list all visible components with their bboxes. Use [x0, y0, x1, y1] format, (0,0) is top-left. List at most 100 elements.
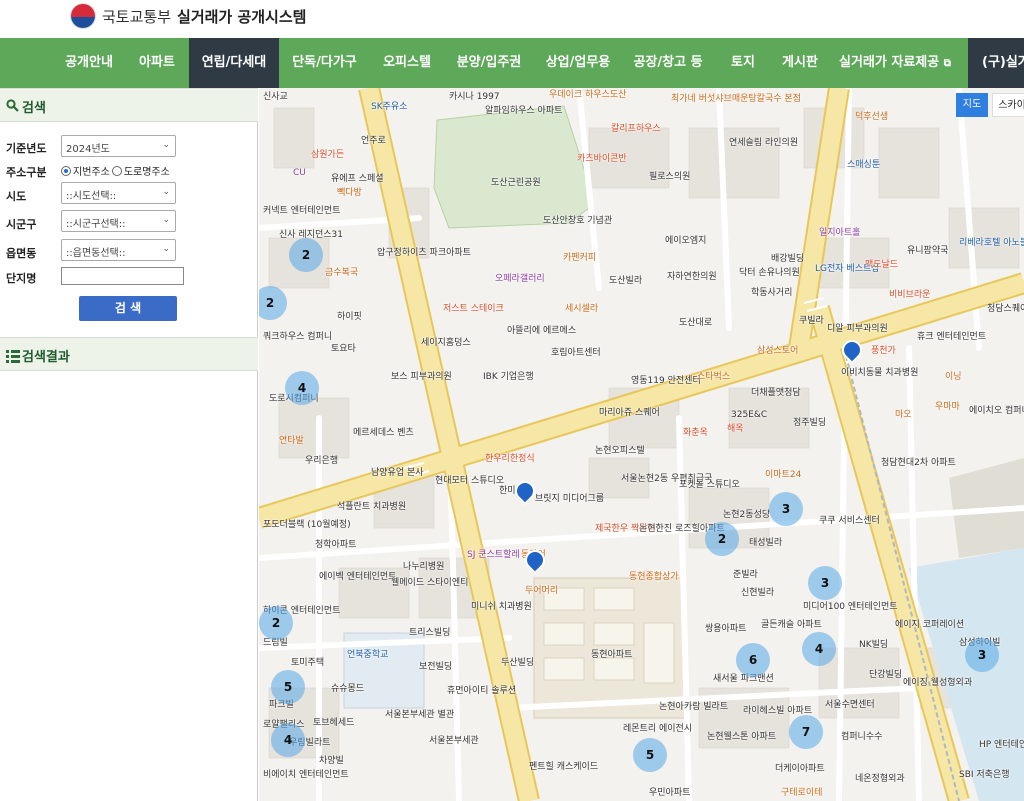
- nav-factory[interactable]: 공장/창고 등: [625, 38, 711, 88]
- map-type-sky-button[interactable]: 스카이: [992, 93, 1024, 117]
- map-label: 최가네 버섯샤브매운탕칼국수 본점: [671, 94, 801, 104]
- map-label: 네온정형외과: [855, 774, 905, 784]
- map-cluster[interactable]: 4: [285, 371, 319, 405]
- year-select-value: 2024년도: [66, 144, 110, 155]
- map-label: 토브헤세드: [313, 718, 355, 728]
- map-label: 스매싱툰: [847, 160, 881, 170]
- map-label: 이닝: [945, 372, 962, 382]
- nav-board[interactable]: 게시판: [776, 38, 824, 88]
- sido-select-value: ::시도선택::: [66, 191, 117, 202]
- map-label: 서울본부세관: [429, 736, 479, 746]
- map-label: 청담현대2차 아파트: [881, 458, 956, 468]
- map-label: 에이징 웰성형외과: [903, 678, 973, 688]
- map-label: 휴크 엔터테인먼트: [917, 332, 987, 342]
- map-label: 휴먼아이티 솔루션: [447, 686, 517, 696]
- map-label: 동현아파트: [591, 650, 633, 660]
- map-label: 덕후선생: [855, 112, 889, 122]
- radio-jibun-label[interactable]: 지번주소: [73, 163, 110, 178]
- year-select[interactable]: 2024년도 ⌄: [61, 135, 176, 157]
- map-label: 포켓돌 스튜디오: [679, 480, 740, 490]
- complex-name-input[interactable]: [61, 267, 184, 285]
- map-label: 쿼크하우스 컴퍼니: [263, 332, 333, 342]
- nav-info[interactable]: 공개안내: [56, 38, 122, 88]
- external-link-icon: ⧉: [943, 58, 951, 69]
- map-label: 도산빌라: [609, 276, 643, 286]
- map-label: 아뜰리에 에르메스: [507, 326, 577, 336]
- map-view[interactable]: 지도 스카이 우데이크 하우스도산 최가네 버섯샤브매운탕칼국수 본점 연세슬림…: [259, 88, 1024, 801]
- map-label: 이마트24: [765, 470, 802, 480]
- map-label: 메르세데스 벤츠: [353, 428, 414, 438]
- nav-presale[interactable]: 분양/입주권: [451, 38, 527, 88]
- map-label: 디알 피부과의원: [827, 324, 888, 334]
- map-cluster[interactable]: 4: [802, 632, 836, 666]
- map-cluster[interactable]: 6: [736, 643, 770, 677]
- map-cluster[interactable]: 3: [965, 638, 999, 672]
- map-label: 에이치오 컴퍼니: [969, 406, 1024, 416]
- radio-road-label[interactable]: 도로명주소: [124, 163, 170, 178]
- eupmyeondong-select[interactable]: ::읍면동선택:: ⌄: [61, 239, 176, 261]
- sido-select[interactable]: ::시도선택:: ⌄: [61, 182, 176, 204]
- map-label: 포도더블랙 (10월예정): [263, 520, 351, 530]
- map-label: 필로스의원: [649, 172, 691, 182]
- map-cluster[interactable]: 2: [705, 522, 739, 556]
- map-cluster[interactable]: 7: [789, 715, 823, 749]
- radio-road[interactable]: [111, 165, 122, 176]
- map-label: 한우리한정식: [485, 454, 535, 464]
- search-sidebar: 검색 기준년도 2024년도 ⌄ 주소구분 지번주소 도로명주소 시도 ::시도…: [0, 88, 258, 801]
- nav-data-provide[interactable]: 실거래가 자료제공 ⧉: [839, 38, 951, 88]
- search-button[interactable]: 검 색: [79, 296, 177, 321]
- map-label: 레몬트리 에이전시: [623, 724, 693, 734]
- map-label: 컴퍼니수수: [841, 732, 883, 742]
- nav-old-system[interactable]: (구)실거: [968, 38, 1024, 88]
- main-nav: 공개안내 아파트 연립/다세대 단독/다가구 오피스텔 분양/입주권 상업/업무…: [0, 38, 1024, 88]
- eupmyeondong-label: 읍면동: [6, 247, 37, 260]
- map-cluster[interactable]: 5: [271, 670, 305, 704]
- map-type-map-button[interactable]: 지도: [956, 93, 988, 117]
- map-cluster[interactable]: 2: [259, 606, 293, 640]
- map-label: 오페라갤러리: [495, 274, 545, 284]
- map-label: 트리스빌딩: [409, 628, 451, 638]
- address-type-label: 주소구분: [6, 166, 47, 179]
- map-label: 자하연한의원: [667, 272, 717, 282]
- map-label: 골든캐슬 아파트: [761, 620, 822, 630]
- map-label: 미니쉬 치과병원: [471, 602, 532, 612]
- map-label: 빽다방: [337, 188, 362, 198]
- nav-commercial[interactable]: 상업/업무용: [540, 38, 616, 88]
- eupmyeondong-select-value: ::읍면동선택::: [66, 248, 126, 259]
- map-label: 325E&C: [731, 410, 768, 420]
- map-label: 서울본부세관 별관: [385, 710, 455, 720]
- map-cluster[interactable]: 3: [808, 566, 842, 600]
- map-label: 논현2동성당: [723, 510, 771, 520]
- map-cluster[interactable]: 5: [633, 738, 667, 772]
- radio-jibun[interactable]: [61, 165, 71, 176]
- map-label: HP 엔터테인먼트: [979, 740, 1024, 750]
- map-label: 알파임하우스 아파트: [485, 106, 563, 116]
- map-cluster[interactable]: 3: [769, 492, 803, 526]
- map-label: 호림아트센터: [551, 348, 601, 358]
- map-label: 남양유업 본사: [371, 468, 424, 478]
- nav-detached[interactable]: 단독/다가구: [287, 38, 362, 88]
- map-label: 논현웰스톤 아파트: [707, 732, 777, 742]
- map-label: 세시셀라: [565, 304, 599, 314]
- map-label: 논현오피스텔: [595, 446, 645, 456]
- sigungu-select[interactable]: ::시군구선택:: ⌄: [61, 210, 176, 232]
- map-label: 이비치동물 치과병원: [841, 368, 919, 378]
- map-label: 연세슬림 라인의원: [729, 138, 799, 148]
- map-label: 준빌라: [733, 570, 758, 580]
- site-logo[interactable]: 국토교통부 실거래가 공개시스템: [70, 3, 306, 29]
- map-label: 비에이치 엔터테인먼트: [263, 770, 349, 780]
- map-cluster[interactable]: 4: [271, 723, 305, 757]
- map-label: 신현빌라: [741, 588, 775, 598]
- nav-apartment[interactable]: 아파트: [130, 38, 184, 88]
- nav-rowhouse[interactable]: 연립/다세대: [189, 38, 279, 88]
- map-label: 태성빌라: [749, 538, 783, 548]
- map-label: 토요타: [331, 344, 356, 354]
- map-label: 화춘옥: [683, 428, 708, 438]
- map-label: IBK 기업은행: [483, 372, 534, 382]
- map-label: 우민아파트: [649, 788, 691, 798]
- nav-officetel[interactable]: 오피스텔: [376, 38, 438, 88]
- map-cluster[interactable]: 2: [289, 238, 323, 272]
- nav-land[interactable]: 토지: [727, 38, 759, 88]
- map-label: 청담스퀘어: [987, 304, 1024, 314]
- map-label: 일지아트홀: [819, 228, 861, 238]
